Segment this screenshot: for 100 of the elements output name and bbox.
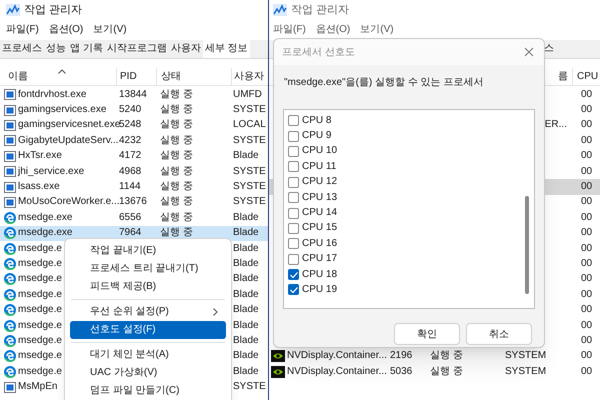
table-cell: msedge.e — [18, 336, 62, 346]
checkbox[interactable] — [288, 146, 299, 157]
tab[interactable]: 성능 — [44, 40, 68, 58]
table-cell: 실행 중 — [160, 212, 193, 223]
window-title: 작업 관리자 — [291, 4, 350, 16]
checkbox[interactable] — [288, 254, 299, 265]
window-title: 작업 관리자 — [24, 4, 82, 16]
table-cell: MsMpEn — [18, 382, 58, 392]
menu-item[interactable]: 작업 끝내기(E) — [70, 242, 226, 260]
menu-item[interactable]: 대기 체인 분석(A) — [70, 346, 226, 364]
checkbox[interactable] — [288, 161, 299, 172]
table-cell: msedge.e — [18, 320, 62, 331]
table-cell: HxTsr.exe — [18, 151, 62, 162]
checkbox[interactable] — [288, 238, 299, 250]
table-cell: 00 — [581, 227, 592, 238]
sort-caret-icon — [58, 69, 66, 74]
table-cell: 13676 — [119, 196, 147, 208]
table-cell: ER... — [544, 120, 567, 130]
menu-item[interactable]: UAC 가상화(V) — [70, 364, 226, 382]
checkbox[interactable] — [288, 130, 299, 142]
table-cell: 실행 중 — [160, 119, 193, 130]
tab[interactable]: 세부 정보 — [202, 40, 250, 58]
column-header[interactable]: 상태 — [161, 69, 181, 84]
close-button[interactable] — [522, 45, 536, 59]
menu-item[interactable]: 우선 순위 설정(P) — [70, 303, 226, 321]
checkbox[interactable] — [288, 222, 299, 234]
chart-icon — [273, 4, 287, 16]
dialog-button[interactable]: 확인 — [394, 323, 460, 345]
scroll-thumb[interactable] — [525, 196, 529, 294]
tab[interactable]: 사용자 — [168, 40, 203, 58]
column-header[interactable]: PID — [120, 69, 137, 84]
table-cell: SYSTE — [233, 166, 266, 177]
checkbox[interactable] — [288, 284, 299, 296]
tab[interactable]: 프로세스 — [0, 40, 44, 58]
table-cell: msedge.e — [18, 351, 62, 362]
menu-item[interactable]: 보기(V) — [360, 25, 394, 35]
table-cell: msedge.e — [18, 274, 62, 284]
table-cell: 00 — [581, 304, 592, 316]
table-cell: Blade — [233, 150, 259, 162]
checkbox-label: CPU 11 — [302, 162, 336, 172]
table-cell: 00 — [581, 273, 592, 284]
table-cell: NVDisplay.Container... — [287, 366, 387, 377]
menu-item[interactable]: 선호도 설정(F) — [70, 321, 226, 339]
table-cell: 실행 중 — [160, 196, 193, 208]
checkbox-label: CPU 12 — [302, 177, 338, 188]
menu-item[interactable]: 옵션(O) — [316, 25, 350, 35]
table-cell: Blade — [233, 288, 259, 300]
checkbox[interactable] — [288, 176, 299, 188]
menu-item[interactable]: 덤프 파일 만들기(C) — [70, 382, 226, 400]
menu-item[interactable]: 프로세스 트리 끝내기(T) — [70, 260, 226, 278]
chart-icon — [6, 4, 20, 16]
table-cell: fontdrvhost.exe — [18, 90, 86, 100]
column-header[interactable]: 이름 — [8, 69, 28, 84]
table-cell: gamingservices.exe — [18, 105, 106, 116]
table-cell: 5240 — [119, 104, 142, 116]
table-cell: msedge.exe — [18, 228, 72, 238]
table-cell: 4232 — [119, 134, 142, 146]
table-cell: 00 — [581, 258, 592, 269]
table-cell: SYSTE — [233, 181, 266, 192]
table-cell: 00 — [581, 242, 592, 254]
table-cell: 실행 중 — [160, 166, 193, 177]
table-cell: Blade — [233, 242, 259, 254]
column-header[interactable]: 사용자 — [234, 69, 264, 84]
checkbox-label: CPU 18 — [302, 270, 338, 280]
table-cell: 00 — [581, 350, 592, 362]
tab[interactable]: 스 — [542, 40, 556, 58]
table-cell: 실행 중 — [430, 366, 463, 377]
table-cell: 00 — [581, 212, 592, 223]
menu-item[interactable]: 파일(F) — [6, 25, 39, 35]
table-cell: 00 — [581, 334, 592, 346]
checkbox-label: CPU 19 — [302, 284, 338, 295]
checkbox-label: CPU 17 — [302, 254, 338, 264]
table-cell: msedge.exe — [18, 212, 72, 223]
column-header[interactable]: 름 — [558, 69, 568, 84]
table-cell: SYSTEM — [505, 366, 546, 377]
menu-item[interactable]: 보기(V) — [93, 25, 127, 35]
table-cell: Blade — [233, 273, 259, 284]
table-cell: Blade — [233, 350, 259, 362]
checkbox[interactable] — [288, 115, 299, 126]
tab[interactable]: 앱 기록 — [68, 40, 105, 58]
table-cell: Blade — [233, 334, 259, 346]
table-cell: 4968 — [119, 166, 142, 177]
menu-item[interactable]: 옵션(O) — [48, 25, 84, 35]
checkbox[interactable] — [288, 208, 299, 219]
table-cell: UMFD — [233, 88, 262, 100]
checkbox-label: CPU 8 — [302, 116, 332, 126]
dialog-button[interactable]: 취소 — [466, 323, 532, 345]
table-cell: GigabyteUpdateServ... — [18, 136, 118, 146]
table-cell: Blade — [233, 366, 259, 377]
table-cell: 실행 중 — [160, 104, 193, 116]
table-cell: MoUsoCoreWorker.e... — [18, 197, 120, 208]
tab[interactable]: 시작프로그램 — [104, 40, 169, 58]
checkbox-label: CPU 14 — [302, 208, 338, 218]
checkbox[interactable] — [288, 192, 299, 204]
menu-item[interactable]: 피드백 제공(B) — [70, 278, 226, 296]
menu-item[interactable]: 파일(F) — [273, 25, 306, 35]
checkbox[interactable] — [288, 269, 299, 280]
column-header[interactable]: CPU — [577, 69, 598, 84]
table-cell: NVDisplay.Container... — [287, 351, 387, 362]
table-cell: 실행 중 — [160, 134, 193, 146]
